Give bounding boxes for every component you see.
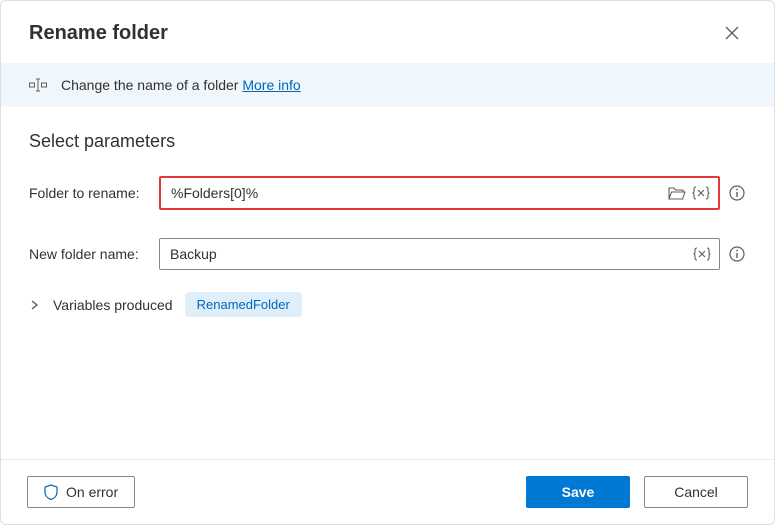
banner-text: Change the name of a folder More info: [61, 77, 301, 93]
dialog-footer: On error Save Cancel: [1, 459, 774, 524]
folder-to-rename-input[interactable]: [169, 184, 662, 202]
variable-picker-button[interactable]: [692, 184, 710, 202]
dialog-title: Rename folder: [29, 22, 168, 45]
new-folder-name-row: New folder name:: [29, 238, 746, 270]
section-title: Select parameters: [29, 131, 746, 152]
variables-expand-toggle[interactable]: [29, 300, 41, 310]
cancel-button[interactable]: Cancel: [644, 476, 748, 508]
more-info-link[interactable]: More info: [242, 77, 300, 93]
new-folder-name-input-box: [159, 238, 720, 270]
on-error-button[interactable]: On error: [27, 476, 135, 508]
browse-folder-button[interactable]: [668, 184, 686, 202]
info-icon: [729, 246, 745, 262]
cancel-label: Cancel: [674, 484, 718, 500]
variable-icon: [692, 186, 710, 200]
shield-icon: [44, 484, 58, 500]
chevron-right-icon: [31, 300, 39, 310]
save-button[interactable]: Save: [526, 476, 630, 508]
variable-icon: [693, 247, 711, 261]
rename-folder-dialog: Rename folder Change the name of a folde…: [0, 0, 775, 525]
info-icon: [729, 185, 745, 201]
variables-produced-label: Variables produced: [53, 297, 173, 313]
info-banner: Change the name of a folder More info: [1, 63, 774, 107]
folder-to-rename-row: Folder to rename:: [29, 176, 746, 210]
close-icon: [725, 26, 739, 40]
rename-icon: [29, 78, 47, 92]
variable-picker-button[interactable]: [693, 245, 711, 263]
folder-open-icon: [668, 186, 686, 200]
folder-to-rename-label: Folder to rename:: [29, 185, 159, 201]
new-folder-name-label: New folder name:: [29, 246, 159, 262]
dialog-header: Rename folder: [1, 1, 774, 63]
new-folder-name-input[interactable]: [168, 245, 687, 263]
folder-to-rename-info[interactable]: [728, 184, 746, 202]
save-label: Save: [562, 484, 595, 500]
on-error-label: On error: [66, 484, 118, 500]
folder-to-rename-input-box: [159, 176, 720, 210]
dialog-body: Select parameters Folder to rename:: [1, 107, 774, 459]
new-folder-name-info[interactable]: [728, 245, 746, 263]
variables-produced-row: Variables produced RenamedFolder: [29, 292, 746, 317]
variable-chip[interactable]: RenamedFolder: [185, 292, 302, 317]
close-button[interactable]: [718, 19, 746, 47]
